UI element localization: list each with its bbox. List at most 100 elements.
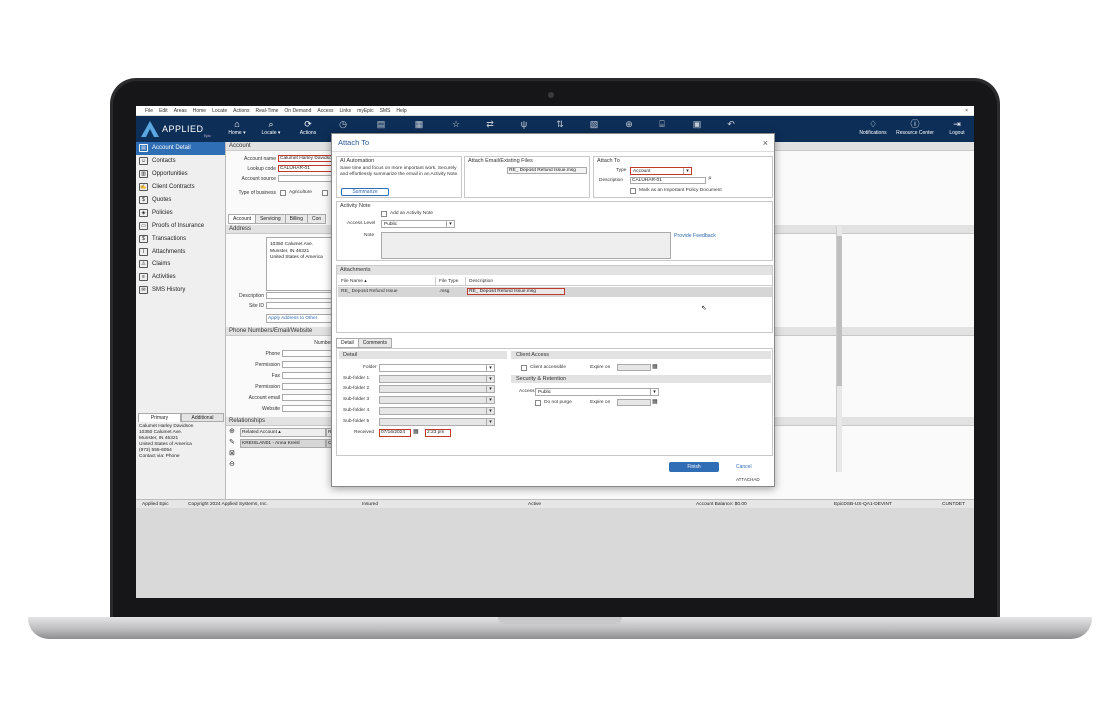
- calendar-icon[interactable]: ▦: [652, 364, 658, 370]
- nav-contacts[interactable]: ☺ Contacts: [136, 155, 225, 168]
- delete-relationship-icon[interactable]: ⊠: [229, 450, 235, 457]
- toolbar-transfer-icon[interactable]: ⇄: [479, 119, 501, 130]
- calendar-icon[interactable]: ▦: [652, 399, 658, 405]
- apply-address-button[interactable]: Apply Address to Other: [266, 314, 332, 323]
- file-name-column[interactable]: File Name ▴: [338, 277, 436, 286]
- nav-claims[interactable]: ⚠ Claims: [136, 258, 225, 271]
- nav-quotes[interactable]: $ Quotes: [136, 194, 225, 207]
- phone-field[interactable]: [282, 350, 332, 357]
- do-not-purge-checkbox[interactable]: [535, 400, 541, 406]
- subfolder-5-select[interactable]: ▾: [379, 418, 495, 426]
- nav-attachments[interactable]: ⌇ Attachments: [136, 245, 225, 258]
- notifications-button[interactable]: ♢ Notifications: [854, 119, 892, 136]
- folder-select[interactable]: ▾: [379, 364, 495, 372]
- site-id-field[interactable]: [266, 302, 332, 309]
- menu-areas[interactable]: Areas: [171, 108, 190, 114]
- provide-feedback-link[interactable]: Provide Feedback: [674, 233, 716, 239]
- calendar-icon[interactable]: ▦: [413, 429, 419, 435]
- menu-help[interactable]: Help: [393, 108, 409, 114]
- menu-edit[interactable]: Edit: [156, 108, 171, 114]
- nav-policies[interactable]: ◈ Policies: [136, 206, 225, 219]
- toolbar-sort-icon[interactable]: ⇅: [549, 119, 571, 130]
- tab-servicing[interactable]: Servicing: [255, 214, 286, 224]
- toolbar-clock-icon[interactable]: ◷: [332, 119, 354, 130]
- subfolder-4-select[interactable]: ▾: [379, 407, 495, 415]
- co-checkbox[interactable]: [322, 190, 328, 196]
- toolbar-car-icon[interactable]: ⌸: [651, 119, 673, 130]
- menu-file[interactable]: File: [142, 108, 156, 114]
- security-access-select[interactable]: Public ▾: [535, 388, 659, 396]
- summarize-button[interactable]: Summarize: [341, 188, 389, 196]
- menu-links[interactable]: Links: [336, 108, 354, 114]
- security-expire-field[interactable]: [617, 399, 651, 406]
- close-icon[interactable]: ×: [763, 138, 768, 148]
- nav-client-contracts[interactable]: ✍ Client Contracts: [136, 181, 225, 194]
- tab-detail[interactable]: Detail: [336, 338, 359, 348]
- add-activity-note-checkbox[interactable]: [381, 211, 387, 217]
- toolbar-save-icon[interactable]: ▣: [686, 119, 708, 130]
- file-type-column[interactable]: File Type: [436, 277, 466, 286]
- toolbar-add-icon[interactable]: ⊕: [618, 119, 640, 130]
- received-time-field[interactable]: 2:23 pm: [425, 429, 451, 437]
- note-textarea[interactable]: [381, 232, 671, 259]
- tab-contacts[interactable]: Con: [307, 214, 327, 224]
- tab-account[interactable]: Account: [228, 214, 257, 224]
- description-column[interactable]: Description: [466, 277, 772, 286]
- account-source-field[interactable]: [278, 175, 334, 182]
- menu-ondemand[interactable]: On Demand: [281, 108, 314, 114]
- toolbar-fork-icon[interactable]: ψ: [513, 119, 535, 130]
- menu-myepic[interactable]: myEpic: [354, 108, 376, 114]
- website-field[interactable]: [282, 405, 332, 412]
- phone-permission-field[interactable]: [282, 361, 332, 368]
- menu-locate[interactable]: Locate: [209, 108, 230, 114]
- toolbar-star-icon[interactable]: ☆: [445, 119, 467, 130]
- address-field[interactable]: 10350 Calumet Ave. Munster, IN 46321 Uni…: [266, 237, 332, 291]
- toolbar-doc-icon[interactable]: ▤: [370, 119, 392, 130]
- nav-sms-history[interactable]: ✉ SMS History: [136, 284, 225, 297]
- nav-opportunities[interactable]: ▥ Opportunities: [136, 168, 225, 181]
- tab-primary[interactable]: Primary: [138, 413, 181, 422]
- address-description-field[interactable]: [266, 292, 332, 299]
- attachment-description-field[interactable]: RE_ Deposit Refund Issue.msg: [467, 288, 565, 295]
- tab-billing[interactable]: Billing: [284, 214, 308, 224]
- nav-activities[interactable]: ≡ Activities: [136, 271, 225, 284]
- related-account-column[interactable]: Related Account ▴: [240, 428, 326, 437]
- menu-realtime[interactable]: Real-Time: [253, 108, 282, 114]
- subfolder-1-select[interactable]: ▾: [379, 375, 495, 383]
- agriculture-checkbox[interactable]: [280, 190, 286, 196]
- finish-button[interactable]: Finish: [669, 462, 719, 472]
- vertical-scrollbar[interactable]: [836, 226, 842, 472]
- fax-permission-field[interactable]: [282, 383, 332, 390]
- lookup-code-field[interactable]: CALUHAR-01: [278, 165, 334, 172]
- window-close-icon[interactable]: ×: [962, 108, 974, 114]
- nav-proofs[interactable]: ▭ Proofs of Insurance: [136, 219, 225, 232]
- relationship-row[interactable]: KREISLAN01 - Anna Kreisl: [240, 439, 326, 448]
- client-accessible-checkbox[interactable]: [521, 365, 527, 371]
- access-level-select[interactable]: Public ▾: [381, 220, 455, 228]
- client-expire-field[interactable]: [617, 364, 651, 371]
- tab-additional[interactable]: Additional: [181, 413, 224, 422]
- nav-transactions[interactable]: $ Transactions: [136, 232, 225, 245]
- toolbar-calc-icon[interactable]: ▦: [408, 119, 430, 130]
- subfolder-2-select[interactable]: ▾: [379, 385, 495, 393]
- actions-button[interactable]: ⟳ Actions: [297, 119, 319, 136]
- cancel-button[interactable]: Cancel: [736, 464, 752, 470]
- toolbar-report-icon[interactable]: ▧: [583, 119, 605, 130]
- account-email-field[interactable]: [282, 394, 332, 401]
- menu-access[interactable]: Access: [314, 108, 336, 114]
- menu-sms[interactable]: SMS: [377, 108, 394, 114]
- resource-center-button[interactable]: ⓘ Resource Center: [891, 119, 939, 136]
- type-select[interactable]: Account ▾: [630, 167, 692, 175]
- received-date-field[interactable]: 07/16/2024: [379, 429, 411, 437]
- subfolder-3-select[interactable]: ▾: [379, 396, 495, 404]
- search-icon[interactable]: ⌕: [708, 175, 712, 182]
- logout-button[interactable]: ⇥ Logout: [944, 119, 970, 136]
- view-relationship-icon[interactable]: ⊖: [229, 461, 235, 468]
- home-button[interactable]: ⌂ Home ▾: [226, 119, 248, 136]
- fax-field[interactable]: [282, 372, 332, 379]
- important-document-checkbox[interactable]: [630, 188, 636, 194]
- edit-relationship-icon[interactable]: ✎: [229, 439, 235, 446]
- account-name-field[interactable]: Calumet Harley Davidson: [278, 155, 334, 162]
- toolbar-undo-icon[interactable]: ↶: [720, 119, 742, 130]
- menu-home[interactable]: Home: [190, 108, 209, 114]
